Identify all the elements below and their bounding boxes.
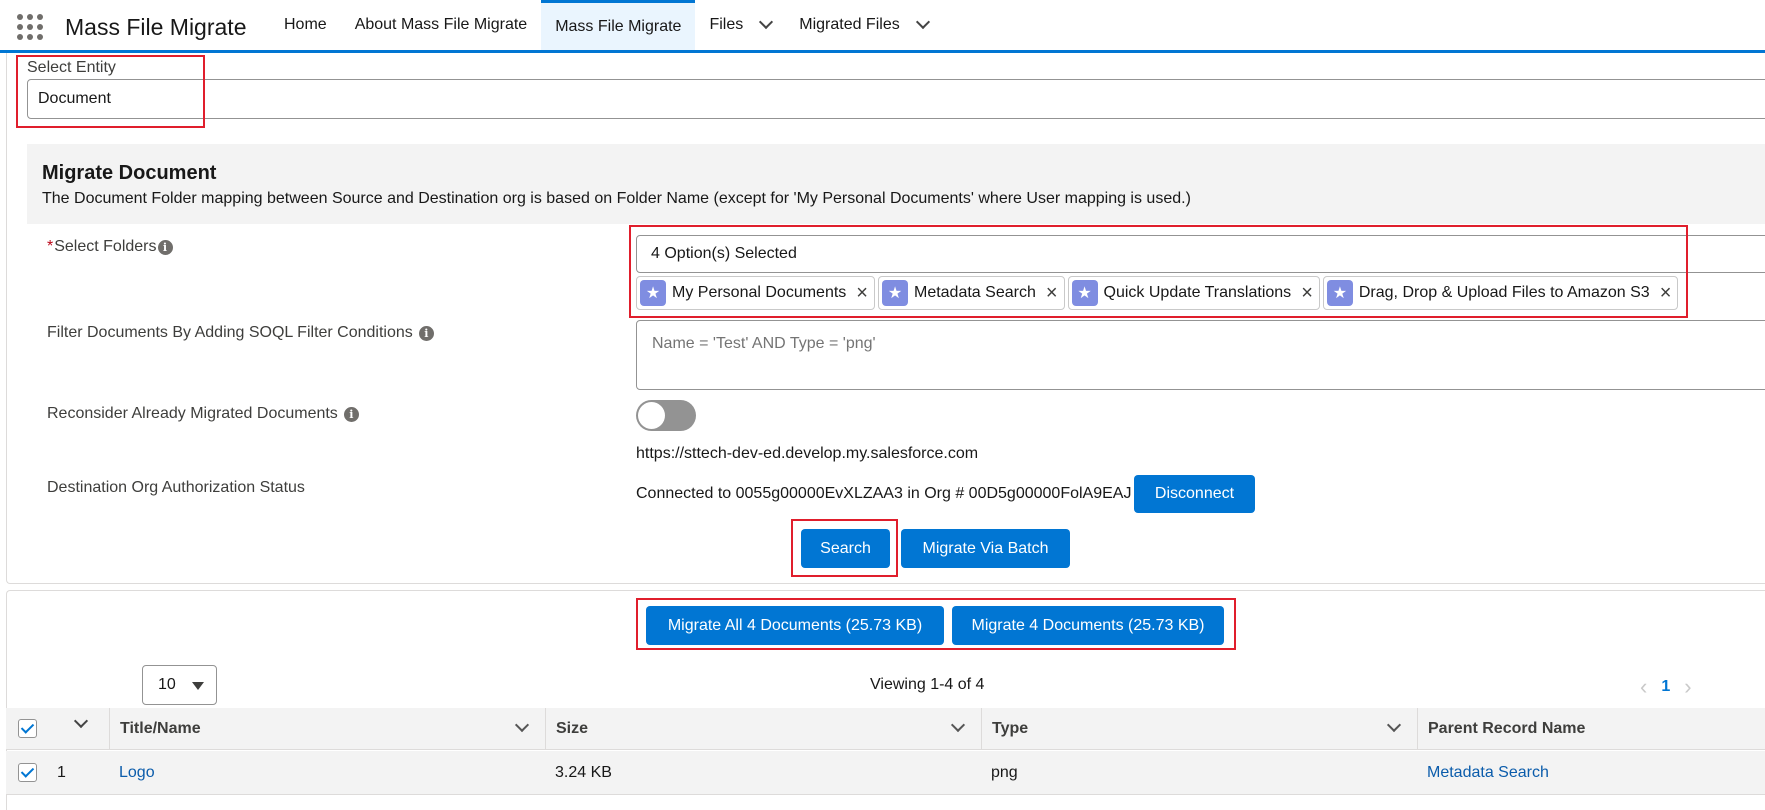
column-header-type[interactable]: Type [981, 708, 1417, 750]
column-header-size[interactable]: Size [545, 708, 981, 750]
tab-migrated-files-label: Migrated Files [799, 16, 900, 33]
tab-files-label: Files [709, 16, 744, 33]
section-header: Migrate Document The Document Folder map… [27, 144, 1765, 224]
close-icon[interactable]: × [1046, 283, 1058, 303]
close-icon[interactable]: × [1301, 283, 1313, 303]
filter-label: Filter Documents By Adding SOQL Filter C… [47, 324, 434, 342]
row-size: 3.24 KB [555, 764, 612, 781]
soql-filter-textarea[interactable]: Name = 'Test' AND Type = 'png' [636, 320, 1765, 390]
nav-tabs: Home About Mass File Migrate Mass File M… [270, 0, 942, 50]
star-icon: ★ [881, 280, 908, 306]
info-icon[interactable]: i [343, 406, 359, 422]
selected-folder-pills: ★ My Personal Documents × ★ Metadata Sea… [636, 276, 1681, 310]
folder-pill[interactable]: ★ Metadata Search × [877, 276, 1065, 310]
reconsider-label: Reconsider Already Migrated Documents i [47, 405, 359, 423]
select-entity-label: Select Entity [27, 59, 116, 76]
filter-label-text: Filter Documents By Adding SOQL Filter C… [47, 324, 413, 341]
pagination: ‹ 1 › [1640, 674, 1692, 700]
folder-pill-label: Quick Update Translations [1103, 284, 1292, 301]
tab-mass-file-migrate[interactable]: Mass File Migrate [541, 0, 696, 50]
select-entity-combobox[interactable]: Document [27, 79, 1765, 119]
chevron-down-icon[interactable] [1386, 717, 1402, 733]
table-header: Title/Name Size Type Parent Record Name [6, 708, 1765, 750]
required-mark: * [47, 238, 54, 255]
prev-page-icon[interactable]: ‹ [1640, 674, 1647, 700]
select-all-checkbox[interactable] [18, 719, 37, 738]
close-icon[interactable]: × [856, 283, 868, 303]
page-size-value: 10 [158, 676, 176, 693]
destination-status-label: Destination Org Authorization Status [47, 479, 305, 496]
app-title: Mass File Migrate [65, 14, 247, 40]
star-icon: ★ [1326, 280, 1353, 306]
column-type-label: Type [992, 720, 1029, 737]
search-button[interactable]: Search [801, 529, 890, 568]
close-icon[interactable]: × [1660, 283, 1672, 303]
folder-pill-label: Drag, Drop & Upload Files to Amazon S3 [1358, 284, 1650, 301]
info-icon[interactable]: i [418, 325, 434, 341]
toggle-knob [638, 402, 665, 429]
chevron-down-icon[interactable] [915, 14, 930, 30]
row-index: 1 [57, 764, 66, 781]
folder-pill-label: My Personal Documents [672, 284, 847, 301]
info-icon[interactable]: i [157, 239, 173, 255]
page-number[interactable]: 1 [1661, 678, 1670, 696]
disconnect-button[interactable]: Disconnect [1134, 475, 1255, 513]
migrate-selected-button[interactable]: Migrate 4 Documents (25.73 KB) [952, 606, 1224, 645]
migrate-via-batch-button[interactable]: Migrate Via Batch [901, 529, 1070, 568]
migrate-all-button[interactable]: Migrate All 4 Documents (25.73 KB) [646, 606, 944, 645]
folder-pill-label: Metadata Search [913, 284, 1036, 301]
chevron-down-icon[interactable] [950, 717, 966, 733]
top-nav-bar: Mass File Migrate Home About Mass File M… [0, 0, 1765, 53]
folder-pill[interactable]: ★ My Personal Documents × [636, 276, 875, 310]
app-launcher-icon[interactable] [17, 14, 43, 40]
star-icon: ★ [640, 280, 666, 306]
select-folders-label: * Select Folders i [47, 238, 173, 256]
chevron-down-icon[interactable] [73, 713, 89, 729]
caret-down-icon [192, 682, 204, 690]
table-row: 1 Logo 3.24 KB png Metadata Search [6, 751, 1765, 795]
row-parent-link[interactable]: Metadata Search [1427, 751, 1549, 795]
folder-pill[interactable]: ★ Quick Update Translations × [1067, 276, 1320, 310]
migration-config-card [6, 53, 1765, 584]
section-title: Migrate Document [42, 162, 217, 184]
next-page-icon[interactable]: › [1684, 674, 1691, 700]
tab-files[interactable]: Files [695, 0, 785, 50]
tab-migrated-files[interactable]: Migrated Files [785, 0, 941, 50]
chevron-down-icon[interactable] [759, 14, 774, 30]
row-type: png [991, 764, 1018, 781]
select-folders-label-text: Select Folders [54, 238, 157, 255]
chevron-down-icon[interactable] [514, 717, 530, 733]
section-description: The Document Folder mapping between Sour… [42, 190, 1191, 207]
select-folders-combobox[interactable]: 4 Option(s) Selected [636, 235, 1765, 273]
connection-status-text: Connected to 0055g00000EvXLZAA3 in Org #… [636, 485, 1132, 502]
destination-url: https://sttech-dev-ed.develop.my.salesfo… [636, 445, 979, 462]
reconsider-label-text: Reconsider Already Migrated Documents [47, 405, 338, 422]
column-header-title[interactable]: Title/Name [109, 708, 545, 750]
column-title-label: Title/Name [120, 720, 201, 737]
column-size-label: Size [556, 720, 589, 737]
page-size-select[interactable]: 10 [142, 665, 217, 705]
tab-home[interactable]: Home [270, 0, 341, 50]
tab-about[interactable]: About Mass File Migrate [341, 0, 542, 50]
star-icon: ★ [1071, 280, 1098, 306]
row-checkbox[interactable] [18, 763, 37, 782]
row-title-link[interactable]: Logo [119, 751, 155, 795]
column-header-parent[interactable]: Parent Record Name [1417, 708, 1765, 750]
column-parent-label: Parent Record Name [1428, 720, 1586, 737]
folder-pill[interactable]: ★ Drag, Drop & Upload Files to Amazon S3… [1322, 276, 1679, 310]
viewing-count: Viewing 1-4 of 4 [870, 676, 985, 693]
reconsider-toggle[interactable] [636, 400, 696, 431]
